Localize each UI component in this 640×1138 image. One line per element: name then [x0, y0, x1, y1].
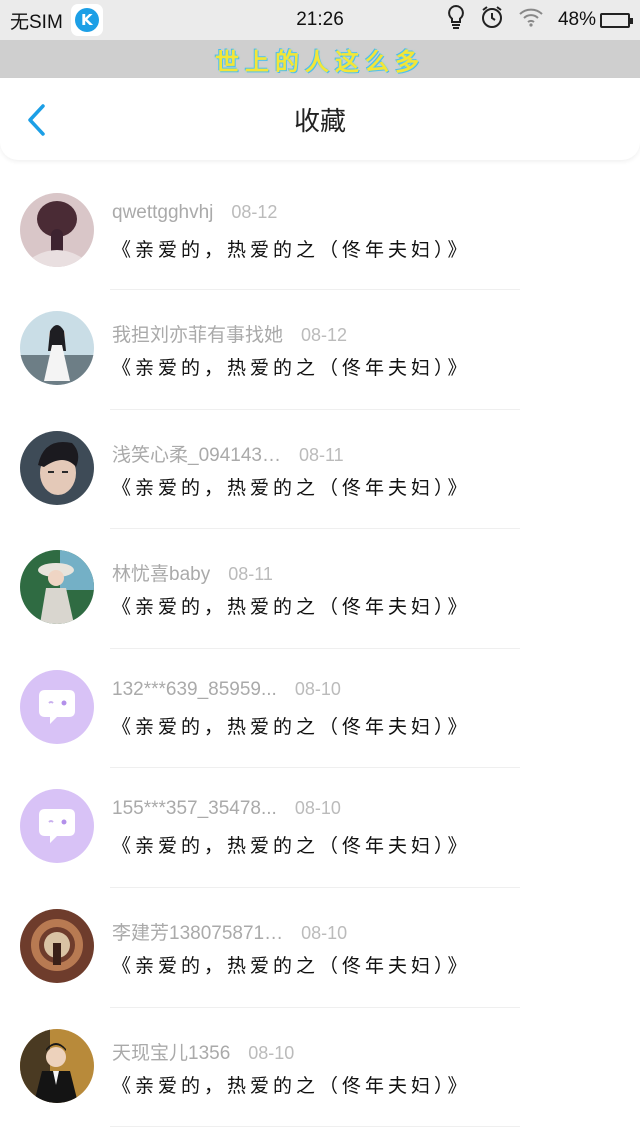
item-meta: 155***357_35478... 08-10: [112, 798, 341, 820]
k-app-letter: K: [74, 8, 99, 32]
item-meta: qwettgghvhj 08-12: [112, 202, 277, 224]
avatar[interactable]: [20, 193, 94, 267]
favorite-title[interactable]: 《亲爱的，热爱的之（佟年夫妇）》: [112, 951, 471, 978]
status-left: 无SIM K: [10, 4, 103, 36]
carrier-label: 无SIM: [10, 11, 63, 33]
favorite-title[interactable]: 《亲爱的，热爱的之（佟年夫妇）》: [112, 235, 471, 262]
battery-tip: [630, 17, 633, 24]
k-app-icon: K: [70, 4, 103, 36]
author-name[interactable]: qwettgghvhj: [112, 202, 213, 224]
item-meta: 李建芳138075871… 08-10: [112, 918, 347, 945]
avatar[interactable]: [20, 550, 94, 625]
avatar[interactable]: [20, 311, 94, 385]
author-name[interactable]: 我担刘亦菲有事找她: [112, 320, 283, 347]
divider: [110, 1126, 520, 1128]
bulb-icon: [446, 4, 466, 36]
favorite-item[interactable]: 我担刘亦菲有事找她 08-12 《亲爱的，热爱的之（佟年夫妇）》: [0, 290, 640, 410]
item-meta: 我担刘亦菲有事找她 08-12: [112, 320, 347, 347]
avatar[interactable]: [20, 789, 94, 864]
author-name[interactable]: 天现宝儿1356: [112, 1038, 230, 1065]
post-date: 08-10: [248, 1042, 295, 1063]
favorite-title[interactable]: 《亲爱的，热爱的之（佟年夫妇）》: [112, 592, 471, 619]
favorite-title[interactable]: 《亲爱的，热爱的之（佟年夫妇）》: [112, 831, 471, 858]
favorite-item[interactable]: 李建芳138075871… 08-10 《亲爱的，热爱的之（佟年夫妇）》: [0, 888, 640, 1008]
item-meta: 天现宝儿1356 08-10: [112, 1038, 294, 1065]
status-bar: 无SIM K 21:26 48%: [0, 0, 640, 40]
chevron-left-icon: [28, 104, 45, 136]
author-name[interactable]: 浅笑心柔_094143…: [112, 440, 281, 467]
avatar[interactable]: [20, 669, 94, 744]
post-date: 08-11: [228, 564, 273, 585]
avatar[interactable]: [20, 430, 94, 505]
banner-text: 世上的人这么多: [215, 47, 425, 76]
favorite-item[interactable]: 155***357_35478... 08-10 《亲爱的，热爱的之（佟年夫妇）》: [0, 768, 640, 888]
favorite-title[interactable]: 《亲爱的，热爱的之（佟年夫妇）》: [112, 473, 471, 500]
back-button[interactable]: [18, 102, 54, 138]
favorite-item[interactable]: qwettgghvhj 08-12 《亲爱的，热爱的之（佟年夫妇）》: [0, 172, 640, 290]
item-meta: 132***639_85959... 08-10: [112, 679, 341, 701]
author-name[interactable]: 155***357_35478...: [112, 798, 277, 820]
favorite-item[interactable]: 林忧喜baby 08-11 《亲爱的，热爱的之（佟年夫妇）》: [0, 529, 640, 649]
favorites-list: qwettgghvhj 08-12 《亲爱的，热爱的之（佟年夫妇）》 我担刘亦菲有事找…: [0, 172, 640, 1128]
status-right: 48%: [446, 4, 633, 36]
post-date: 08-12: [301, 325, 348, 345]
alarm-icon: [480, 5, 504, 35]
favorite-title[interactable]: 《亲爱的，热爱的之（佟年夫妇）》: [112, 353, 471, 380]
page-header: 收藏: [0, 78, 640, 160]
post-date: 08-12: [231, 202, 278, 222]
item-meta: 浅笑心柔_094143… 08-11: [112, 440, 344, 467]
notification-banner: 世上的人这么多: [0, 40, 640, 78]
post-date: 08-11: [298, 444, 344, 465]
page-title: 收藏: [293, 106, 346, 137]
post-date: 08-10: [294, 798, 341, 819]
battery-icon: [600, 12, 633, 28]
favorite-title[interactable]: 《亲爱的，热爱的之（佟年夫妇）》: [112, 712, 471, 739]
favorite-item[interactable]: 浅笑心柔_094143… 08-11 《亲爱的，热爱的之（佟年夫妇）》: [0, 410, 640, 530]
author-name[interactable]: 132***639_85959...: [112, 679, 277, 701]
avatar[interactable]: [20, 1028, 94, 1103]
avatar[interactable]: [20, 908, 94, 983]
author-name[interactable]: 李建芳138075871…: [112, 918, 283, 945]
favorite-item[interactable]: 132***639_85959... 08-10 《亲爱的，热爱的之（佟年夫妇）》: [0, 649, 640, 769]
battery-percent: 48%: [557, 9, 596, 30]
favorite-item[interactable]: 天现宝儿1356 08-10 《亲爱的，热爱的之（佟年夫妇）》: [0, 1008, 640, 1128]
post-date: 08-10: [294, 678, 341, 699]
wifi-icon: [518, 6, 544, 34]
favorite-title[interactable]: 《亲爱的，热爱的之（佟年夫妇）》: [112, 1071, 471, 1098]
battery-indicator: 48%: [557, 9, 633, 31]
post-date: 08-10: [301, 922, 348, 943]
author-name[interactable]: 林忧喜baby: [112, 559, 210, 586]
item-meta: 林忧喜baby 08-11: [112, 559, 273, 586]
